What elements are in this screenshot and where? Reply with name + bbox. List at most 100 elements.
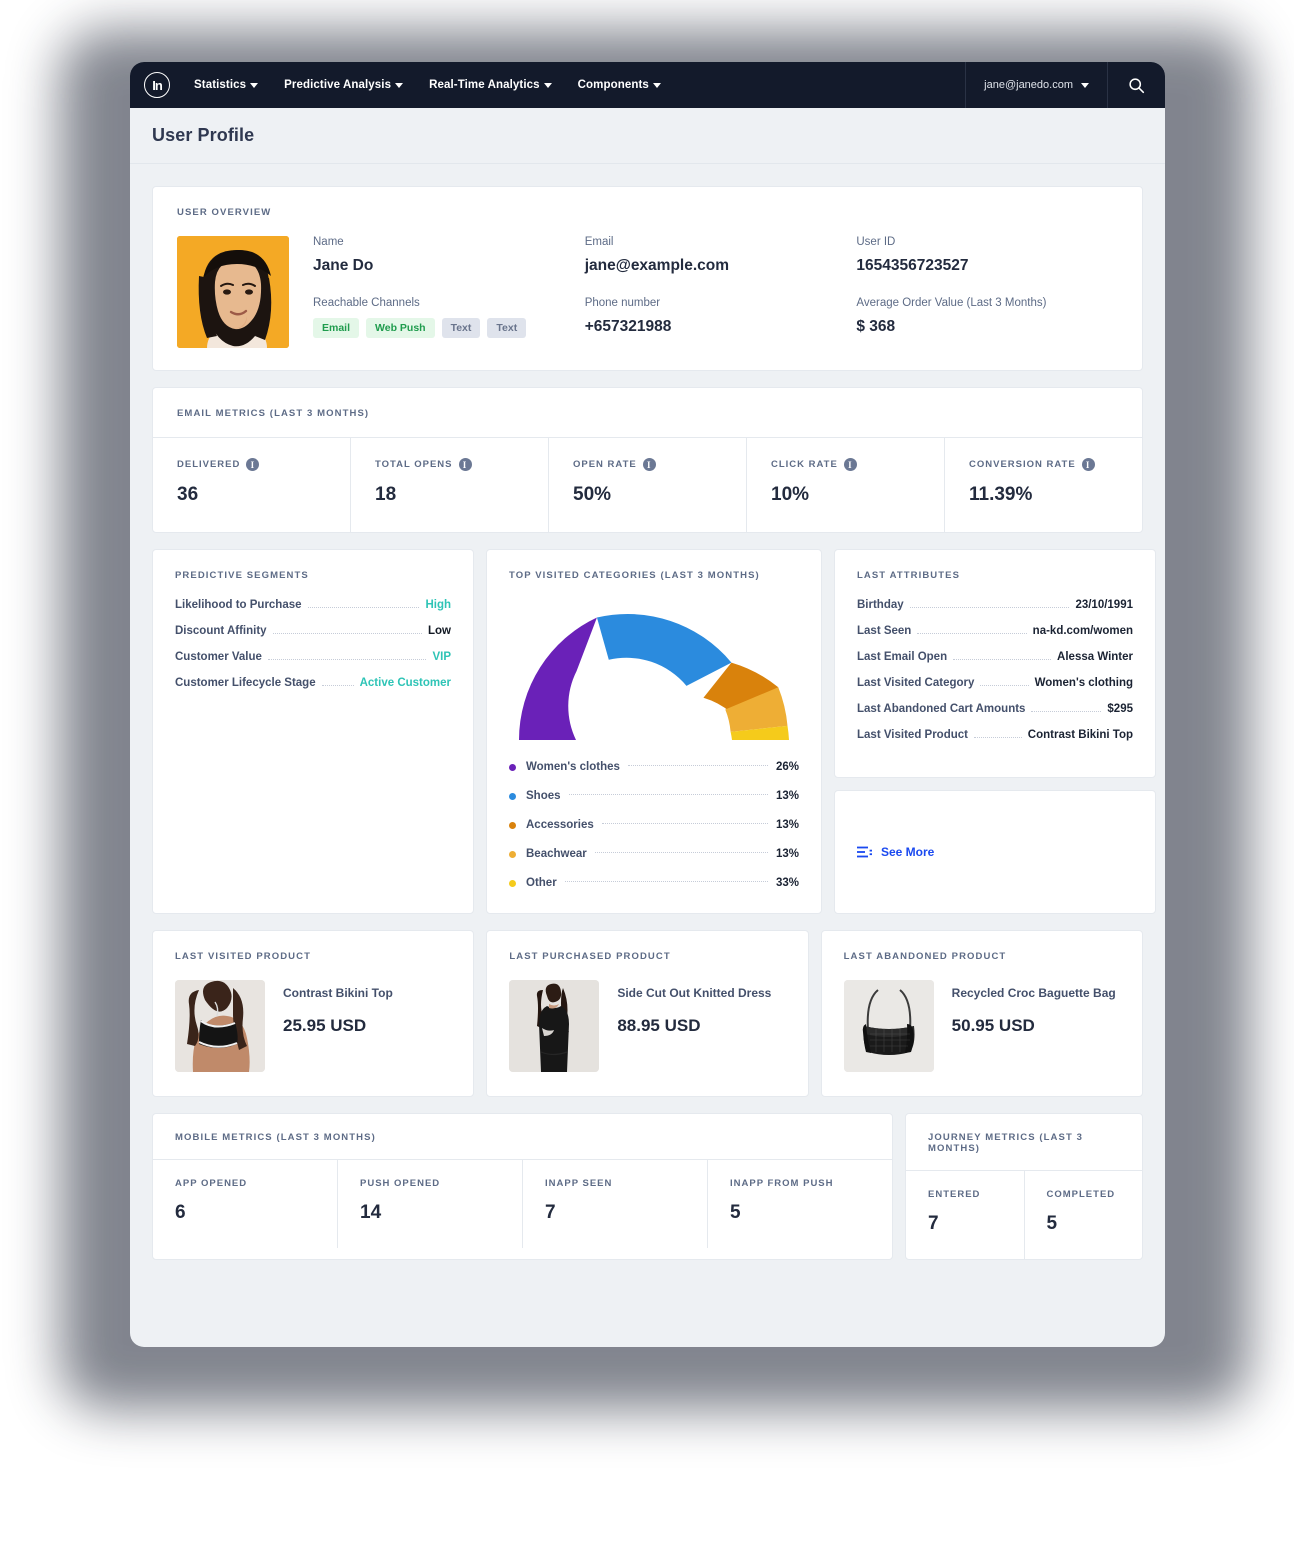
product-cards-row: LAST VISITED PRODUCT Contrast Bikini Top… xyxy=(152,930,1143,1097)
last-attributes-card: LAST ATTRIBUTES Birthday 23/10/1991 Last… xyxy=(834,549,1156,778)
bikini-top-photo xyxy=(175,980,265,1072)
journey-metrics-row: ENTERED 7 COMPLETED 5 xyxy=(906,1170,1142,1259)
field-label: Reachable Channels xyxy=(313,297,420,309)
metric-label-text: DELIVERED xyxy=(177,459,241,470)
legend-value: 13% xyxy=(775,848,799,860)
category-gauge-chart xyxy=(509,595,799,745)
nav-item-predictive-analysis[interactable]: Predictive Analysis xyxy=(284,79,404,91)
field-value: jane@example.com xyxy=(584,257,730,274)
nav-item-label: Real-Time Analytics xyxy=(429,79,540,91)
predictive-segments-title: PREDICTIVE SEGMENTS xyxy=(175,570,309,581)
info-icon[interactable]: i xyxy=(246,458,260,471)
attribute-value: $295 xyxy=(1107,703,1133,715)
info-icon[interactable]: i xyxy=(642,458,656,471)
info-icon[interactable]: i xyxy=(843,458,857,471)
user-overview-title: USER OVERVIEW xyxy=(177,207,272,218)
legend-label: Shoes xyxy=(526,790,561,802)
gauge-slice-womens-clothes xyxy=(518,617,597,740)
nav-item-components[interactable]: Components xyxy=(578,79,661,91)
metric-value: 36 xyxy=(177,484,199,505)
see-more-button[interactable]: See More xyxy=(857,845,934,859)
legend-item-accessories: Accessories 13% xyxy=(509,819,799,831)
legend-color-swatch xyxy=(509,850,516,858)
nav-item-label: Components xyxy=(577,79,649,91)
email-metrics-card: EMAIL METRICS (LAST 3 MONTHS) DELIVERED … xyxy=(152,387,1143,533)
field-label: User ID xyxy=(856,236,896,248)
legend-label: Beachwear xyxy=(526,848,587,860)
attribute-key: Last Email Open xyxy=(857,651,948,663)
metric-value: 6 xyxy=(175,1202,186,1223)
segment-value: Low xyxy=(428,625,451,637)
dotted-leader xyxy=(307,607,420,608)
field-name: Name Jane Do xyxy=(313,236,585,275)
metric-label: ENTERED xyxy=(928,1189,981,1200)
page-content: USER OVERVIEW Name Jane Do Email jane@ex… xyxy=(130,164,1165,1282)
dotted-leader xyxy=(917,633,1027,634)
page-header: User Profile xyxy=(130,108,1165,164)
product-body: Recycled Croc Baguette Bag 50.95 USD xyxy=(843,980,1120,1072)
metric-app-opened: APP OPENED 6 xyxy=(153,1160,337,1248)
metric-value: 14 xyxy=(360,1202,382,1223)
search-button[interactable] xyxy=(1107,62,1165,108)
field-reachable-channels: Reachable Channels Email Web Push Text T… xyxy=(313,297,585,338)
user-overview-card: USER OVERVIEW Name Jane Do Email jane@ex… xyxy=(152,186,1143,371)
list-item: Last Visited Category Women's clothing xyxy=(857,677,1133,689)
list-item: Last Abandoned Cart Amounts $295 xyxy=(857,703,1133,715)
dotted-leader xyxy=(272,633,422,634)
email-metrics-title: EMAIL METRICS (LAST 3 MONTHS) xyxy=(177,408,370,419)
field-value: Jane Do xyxy=(313,257,374,274)
page-title: User Profile xyxy=(152,125,255,145)
field-email: Email jane@example.com xyxy=(585,236,857,275)
channel-badges: Email Web Push Text Text xyxy=(313,318,585,338)
field-label: Average Order Value (Last 3 Months) xyxy=(856,297,1047,309)
metric-value: 5 xyxy=(730,1202,741,1223)
segment-value: Active Customer xyxy=(359,677,451,689)
metric-value: 7 xyxy=(928,1213,939,1234)
product-price: 88.95 USD xyxy=(617,1016,701,1035)
user-overview-body: Name Jane Do Email jane@example.com User… xyxy=(177,236,1118,348)
product-name: Recycled Croc Baguette Bag xyxy=(951,986,1116,1000)
attribute-key: Last Visited Category xyxy=(857,677,975,689)
card-title: LAST PURCHASED PRODUCT xyxy=(509,951,671,962)
category-legend: Women's clothes 26% Shoes 13% Accessorie… xyxy=(509,761,799,889)
product-image xyxy=(509,980,600,1072)
journey-metrics-title: JOURNEY METRICS (LAST 3 MONTHS) xyxy=(928,1132,1083,1154)
list-item: Last Seen na-kd.com/women xyxy=(857,625,1133,637)
app-logo-icon[interactable]: In xyxy=(144,72,170,98)
info-icon[interactable]: i xyxy=(458,458,472,471)
metric-label: TOTAL OPENS i xyxy=(375,458,524,471)
metric-delivered: DELIVERED i 36 xyxy=(153,438,350,532)
legend-item-womens-clothes: Women's clothes 26% xyxy=(509,761,799,773)
predictive-segments-list: Likelihood to Purchase High Discount Aff… xyxy=(175,599,451,689)
segment-key: Discount Affinity xyxy=(175,625,267,637)
metric-value: 50% xyxy=(573,484,612,505)
attribute-key: Last Visited Product xyxy=(857,729,968,741)
nav-item-statistics[interactable]: Statistics xyxy=(194,79,259,91)
last-purchased-product-card: LAST PURCHASED PRODUCT Side Cut Out Knit… xyxy=(486,930,809,1097)
info-icon[interactable]: i xyxy=(1081,458,1095,471)
metric-label: PUSH OPENED xyxy=(360,1178,441,1189)
metric-completed: COMPLETED 5 xyxy=(1023,1171,1143,1259)
product-body: Contrast Bikini Top 25.95 USD xyxy=(175,980,451,1072)
user-account-menu[interactable]: jane@janedo.com xyxy=(965,62,1107,108)
product-image xyxy=(175,980,265,1072)
legend-color-swatch xyxy=(509,792,516,800)
dotted-leader xyxy=(1031,711,1102,712)
card-title: LAST VISITED PRODUCT xyxy=(175,951,312,962)
legend-item-shoes: Shoes 13% xyxy=(509,790,799,802)
dotted-leader xyxy=(568,794,768,795)
last-attributes-title: LAST ATTRIBUTES xyxy=(857,570,961,581)
chevron-down-icon xyxy=(250,82,259,88)
segment-key: Likelihood to Purchase xyxy=(175,599,302,611)
metric-value: 11.39% xyxy=(969,484,1033,505)
field-value: +657321988 xyxy=(584,318,672,335)
baguette-bag-photo xyxy=(843,980,934,1072)
product-info: Side Cut Out Knitted Dress 88.95 USD xyxy=(617,980,771,1036)
metric-label: CLICK RATE i xyxy=(771,458,920,471)
field-label: Email xyxy=(584,236,614,248)
nav-item-real-time-analytics[interactable]: Real-Time Analytics xyxy=(429,79,552,91)
dotted-leader xyxy=(973,737,1022,738)
field-user-id: User ID 1654356723527 xyxy=(856,236,1118,275)
field-label: Name xyxy=(313,236,344,248)
nav-item-label: Predictive Analysis xyxy=(284,79,392,91)
